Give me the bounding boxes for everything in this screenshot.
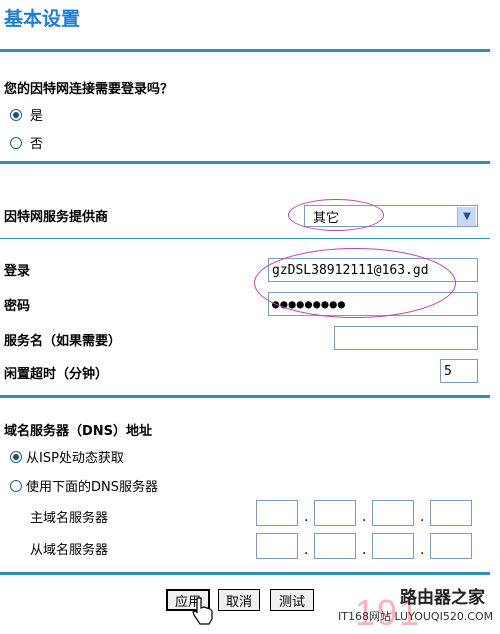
idle-timeout-label: 闲置超时（分钟） [4, 367, 109, 382]
service-name-label: 服务名（如果需要） [4, 334, 122, 349]
annotation-ellipse [288, 199, 384, 231]
dot-separator: . [304, 542, 309, 558]
radio-button[interactable] [10, 136, 22, 149]
idle-timeout-input[interactable]: 5 [440, 359, 478, 383]
test-button[interactable]: 测试 [270, 589, 314, 611]
dot-separator: . [304, 509, 309, 525]
dot-separator: . [420, 542, 425, 558]
primary-dns-octet-3[interactable] [372, 500, 414, 526]
dot-separator: . [362, 542, 367, 558]
cancel-button[interactable]: 取消 [218, 589, 260, 611]
primary-dns-octet-1[interactable] [256, 500, 298, 526]
divider [0, 49, 490, 52]
annotation-ellipse [254, 248, 456, 318]
divider [0, 161, 490, 164]
primary-dns-label: 主域名服务器 [30, 511, 109, 526]
isp-label: 因特网服务提供商 [4, 210, 109, 225]
login-question: 您的因特网连接需要登录吗？ [4, 82, 174, 97]
radio-button[interactable] [10, 108, 22, 121]
secondary-dns-octet-3[interactable] [372, 533, 414, 559]
radio-label: 从ISP处动态获取 [26, 451, 124, 466]
secondary-dns-octet-4[interactable] [430, 533, 472, 559]
radio-login-no[interactable]: 否 [10, 133, 43, 152]
radio-dns-isp[interactable]: 从ISP处动态获取 [10, 447, 124, 466]
divider [0, 572, 490, 575]
dot-separator: . [362, 509, 367, 525]
radio-button[interactable] [10, 479, 22, 492]
radio-login-yes[interactable]: 是 [10, 105, 43, 124]
primary-dns-octet-4[interactable] [430, 500, 472, 526]
secondary-dns-label: 从域名服务器 [30, 543, 109, 558]
secondary-dns-octet-2[interactable] [314, 533, 356, 559]
service-name-input[interactable] [334, 326, 478, 350]
page-title: 基本设置 [4, 8, 81, 30]
radio-label: 否 [30, 137, 44, 152]
login-label: 登录 [4, 264, 31, 279]
radio-label: 使用下面的DNS服务器 [26, 480, 158, 495]
hand-cursor-icon [192, 597, 213, 625]
watermark-brand: 路由器之家 [400, 588, 485, 608]
primary-dns-octet-2[interactable] [314, 500, 356, 526]
chevron-down-icon[interactable]: ▼ [457, 207, 476, 226]
radio-dns-manual[interactable]: 使用下面的DNS服务器 [10, 476, 158, 495]
password-label: 密码 [4, 299, 31, 314]
divider [0, 238, 490, 239]
secondary-dns-octet-1[interactable] [256, 533, 298, 559]
dot-separator: . [420, 509, 425, 525]
radio-label: 是 [30, 109, 44, 124]
watermark-site: IT168网站 LUYOUQI520.COM [338, 610, 494, 623]
dns-label: 域名服务器（DNS）地址 [4, 424, 153, 439]
radio-button[interactable] [10, 450, 22, 463]
divider [0, 395, 490, 398]
